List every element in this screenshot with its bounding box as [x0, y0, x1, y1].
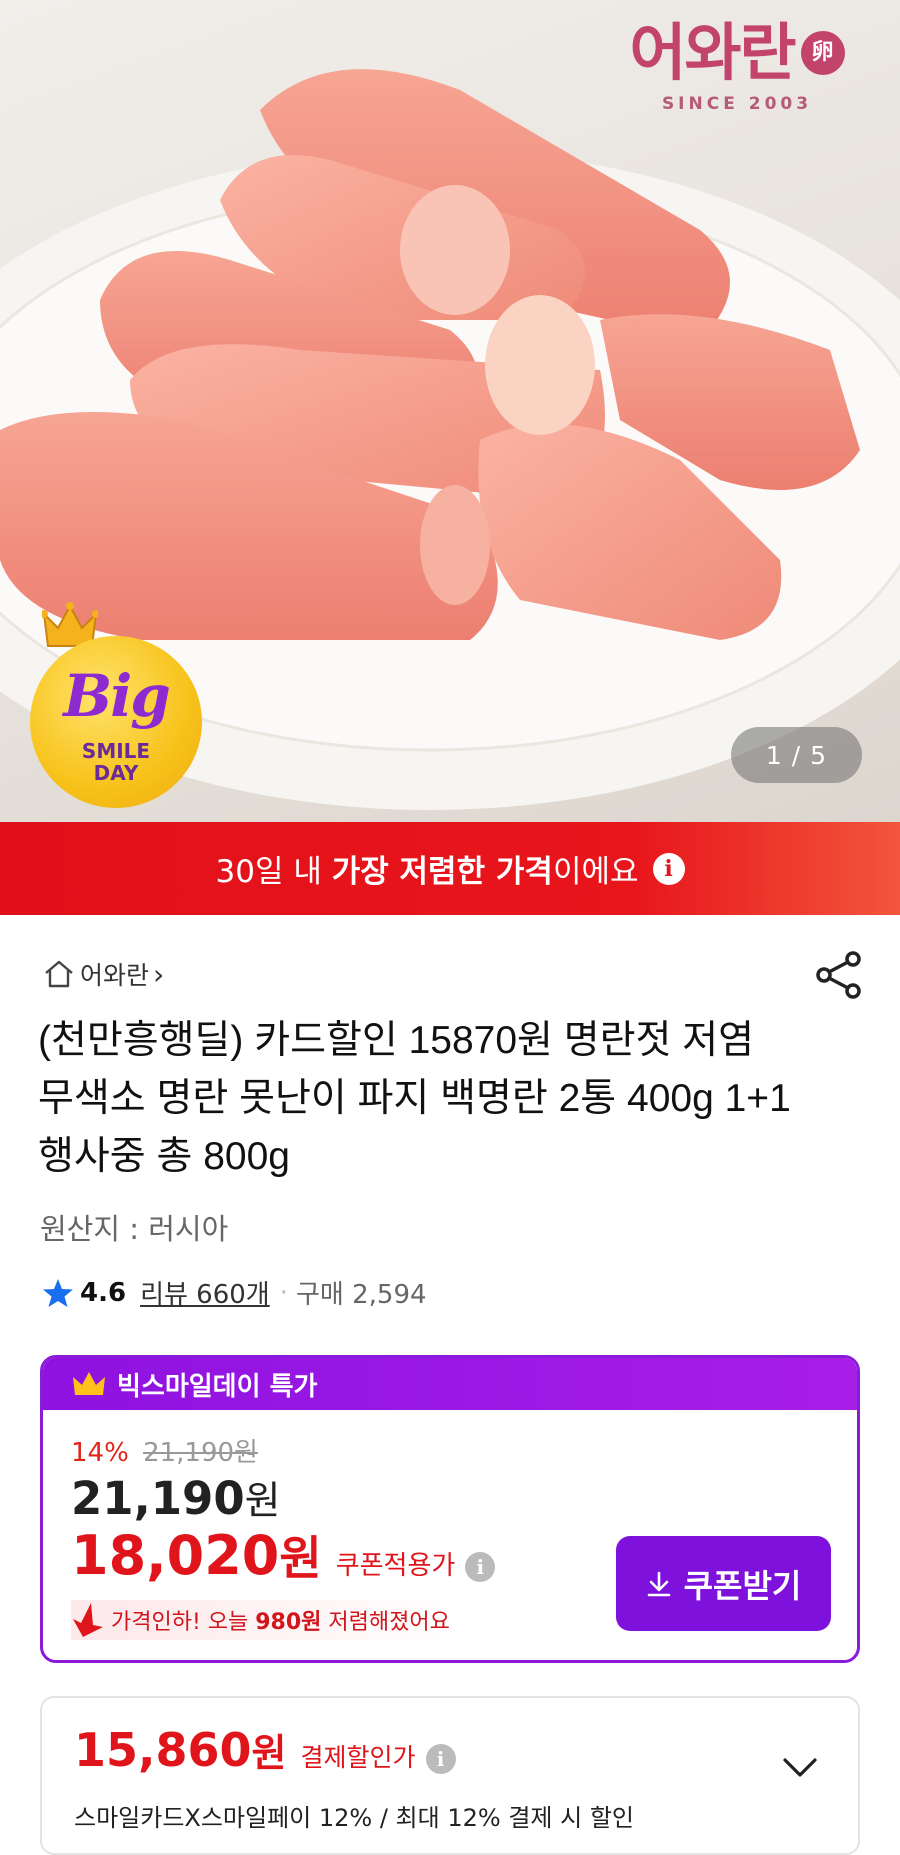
discount-percent: 14%	[71, 1438, 129, 1468]
original-price: 21,190원	[143, 1438, 258, 1468]
rating-score: 4.6	[80, 1277, 127, 1308]
download-icon	[647, 1571, 670, 1596]
chevron-down-icon[interactable]	[782, 1756, 818, 1780]
crown-icon	[73, 1372, 105, 1395]
banner-emphasis: 가장 저렴한 가격	[331, 854, 553, 890]
product-image-carousel[interactable]: 어와란 卵 SINCE 2003 Big SMILE DAY 1 / 5	[0, 0, 900, 822]
deal-header: 빅스마일데이 특가	[43, 1358, 857, 1410]
coupon-price-label: 쿠폰적용가	[335, 1551, 456, 1581]
separator-dot: ·	[279, 1277, 288, 1308]
badge-big-text: Big	[63, 662, 171, 730]
drop-amount: 980원	[255, 1610, 322, 1635]
chevron-right-icon: ›	[153, 957, 165, 991]
deal-header-title: 빅스마일데이 특가	[117, 1371, 318, 1402]
payment-price-unit: 원	[251, 1731, 287, 1775]
badge-day-text: DAY	[93, 761, 139, 785]
info-icon[interactable]: i	[465, 1552, 496, 1582]
sale-price: 21,190원	[71, 1470, 281, 1526]
drop-suffix: 저렴해졌어요	[321, 1610, 450, 1635]
sale-price-amount: 21,190	[71, 1472, 245, 1525]
badge-sub-text: SMILE DAY	[30, 740, 202, 784]
down-arrow-icon	[73, 1603, 103, 1637]
discount-row: 14% 21,190원	[71, 1432, 258, 1469]
brand-logo: 어와란 卵 SINCE 2003	[592, 22, 882, 114]
product-origin: 원산지 : 러시아	[40, 1212, 229, 1246]
purchase-count: 구매 2,594	[295, 1280, 427, 1310]
brand-since-text: SINCE 2003	[661, 94, 813, 114]
info-icon[interactable]: i	[425, 1744, 456, 1774]
coupon-price: 18,020 원 쿠폰적용가 i	[71, 1522, 496, 1588]
star-icon	[43, 1278, 73, 1307]
banner-prefix: 30일 내	[215, 854, 332, 890]
share-icon[interactable]	[815, 950, 863, 1000]
store-link[interactable]: 어와란 ›	[42, 956, 164, 992]
payment-price-label: 결제할인가	[300, 1743, 416, 1772]
get-coupon-label: 쿠폰받기	[683, 1566, 802, 1605]
rating-row: 4.6 리뷰 660개 · 구매 2,594	[42, 1274, 427, 1311]
get-coupon-button[interactable]: 쿠폰받기	[616, 1536, 831, 1631]
store-name: 어와란	[80, 961, 150, 990]
payment-description: 스마일카드X스마일페이 12% / 최대 12% 결제 시 할인	[74, 1804, 634, 1832]
info-icon[interactable]: i	[652, 852, 685, 885]
deal-card: 빅스마일데이 특가 14% 21,190원 21,190원 18,020 원 쿠…	[40, 1355, 860, 1663]
coupon-price-amount: 18,020	[71, 1524, 280, 1587]
lowest-price-banner[interactable]: 30일 내 가장 저렴한 가격 이에요 i	[0, 822, 900, 915]
payment-discount-card[interactable]: 15,860 원 결제할인가 i 스마일카드X스마일페이 12% / 최대 12…	[40, 1696, 860, 1855]
product-title: (천만흥행딜) 카드할인 15870원 명란젓 저염 무색소 명란 못난이 파지…	[38, 1019, 791, 1178]
review-link[interactable]: 리뷰 660개	[140, 1274, 270, 1311]
drop-prefix: 가격인하! 오늘	[111, 1610, 256, 1635]
home-icon	[45, 960, 73, 988]
coupon-price-unit: 원	[279, 1531, 322, 1585]
big-smile-day-badge: Big SMILE DAY	[30, 636, 202, 808]
image-counter: 1 / 5	[731, 727, 862, 783]
price-drop-notice: 가격인하! 오늘 980원 저렴해졌어요	[71, 1600, 474, 1640]
badge-smile-text: SMILE	[81, 739, 151, 763]
brand-seal-icon: 卵	[800, 31, 845, 75]
brand-logo-text: 어와란	[629, 16, 796, 89]
payment-price-amount: 15,860	[74, 1723, 252, 1777]
payment-price: 15,860 원 결제할인가 i	[74, 1722, 456, 1777]
sale-price-unit: 원	[244, 1479, 281, 1524]
banner-suffix: 이에요	[552, 854, 639, 890]
